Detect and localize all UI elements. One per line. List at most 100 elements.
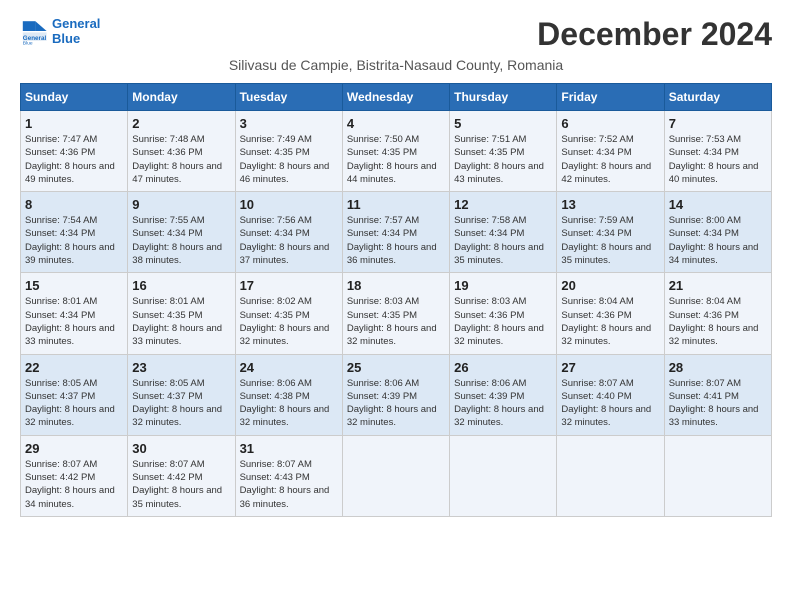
calendar-week-1: 1 Sunrise: 7:47 AMSunset: 4:36 PMDaylight… [21,111,772,192]
calendar-cell [342,435,449,516]
day-number: 21 [669,278,767,293]
calendar-cell [450,435,557,516]
calendar-cell: 6 Sunrise: 7:52 AMSunset: 4:34 PMDaylight… [557,111,664,192]
day-info: Sunrise: 8:06 AMSunset: 4:38 PMDaylight:… [240,377,338,430]
calendar-cell: 4 Sunrise: 7:50 AMSunset: 4:35 PMDaylight… [342,111,449,192]
day-info: Sunrise: 7:47 AMSunset: 4:36 PMDaylight:… [25,133,123,186]
day-number: 3 [240,116,338,131]
day-number: 2 [132,116,230,131]
calendar-cell: 15 Sunrise: 8:01 AMSunset: 4:34 PMDayligh… [21,273,128,354]
calendar-cell: 19 Sunrise: 8:03 AMSunset: 4:36 PMDayligh… [450,273,557,354]
day-info: Sunrise: 8:01 AMSunset: 4:34 PMDaylight:… [25,295,123,348]
calendar-cell: 9Sunrise: 7:55 AMSunset: 4:34 PMDaylight… [128,192,235,273]
calendar-cell: 8 Sunrise: 7:54 AMSunset: 4:34 PMDaylight… [21,192,128,273]
calendar-cell: 25 Sunrise: 8:06 AMSunset: 4:39 PMDayligh… [342,354,449,435]
calendar-cell [557,435,664,516]
day-number: 22 [25,360,123,375]
day-info: Sunrise: 8:07 AMSunset: 4:42 PMDaylight:… [25,458,123,511]
day-info: Sunrise: 7:54 AMSunset: 4:34 PMDaylight:… [25,214,123,267]
day-number: 15 [25,278,123,293]
day-info: Sunrise: 8:05 AMSunset: 4:37 PMDaylight:… [132,377,230,430]
calendar-cell: 24Sunrise: 8:06 AMSunset: 4:38 PMDayligh… [235,354,342,435]
day-info: Sunrise: 8:05 AMSunset: 4:37 PMDaylight:… [25,377,123,430]
header: General Blue General Blue December 2024 [20,16,772,53]
day-info: Sunrise: 8:07 AMSunset: 4:40 PMDaylight:… [561,377,659,430]
calendar-cell: 7Sunrise: 7:53 AMSunset: 4:34 PMDaylight… [664,111,771,192]
month-title: December 2024 [537,16,772,53]
calendar-cell: 29 Sunrise: 8:07 AMSunset: 4:42 PMDayligh… [21,435,128,516]
day-number: 31 [240,441,338,456]
weekday-header-friday: Friday [557,84,664,111]
day-number: 27 [561,360,659,375]
day-number: 1 [25,116,123,131]
day-info: Sunrise: 8:02 AMSunset: 4:35 PMDaylight:… [240,295,338,348]
day-info: Sunrise: 7:49 AMSunset: 4:35 PMDaylight:… [240,133,338,186]
day-number: 16 [132,278,230,293]
calendar-week-2: 8 Sunrise: 7:54 AMSunset: 4:34 PMDaylight… [21,192,772,273]
weekday-header-wednesday: Wednesday [342,84,449,111]
calendar-table: SundayMondayTuesdayWednesdayThursdayFrid… [20,83,772,517]
day-number: 14 [669,197,767,212]
day-info: Sunrise: 8:07 AMSunset: 4:41 PMDaylight:… [669,377,767,430]
day-number: 17 [240,278,338,293]
logo-icon: General Blue [20,17,48,45]
day-number: 23 [132,360,230,375]
calendar-body: 1 Sunrise: 7:47 AMSunset: 4:36 PMDaylight… [21,111,772,517]
calendar-week-3: 15 Sunrise: 8:01 AMSunset: 4:34 PMDayligh… [21,273,772,354]
day-number: 6 [561,116,659,131]
day-number: 19 [454,278,552,293]
day-info: Sunrise: 7:48 AMSunset: 4:36 PMDaylight:… [132,133,230,186]
calendar-cell: 31 Sunrise: 8:07 AMSunset: 4:43 PMDayligh… [235,435,342,516]
calendar-week-4: 22 Sunrise: 8:05 AMSunset: 4:37 PMDayligh… [21,354,772,435]
calendar-cell: 5Sunrise: 7:51 AMSunset: 4:35 PMDaylight… [450,111,557,192]
day-info: Sunrise: 7:50 AMSunset: 4:35 PMDaylight:… [347,133,445,186]
day-info: Sunrise: 7:52 AMSunset: 4:34 PMDaylight:… [561,133,659,186]
calendar-cell [664,435,771,516]
day-number: 10 [240,197,338,212]
weekday-header-saturday: Saturday [664,84,771,111]
weekday-header-sunday: Sunday [21,84,128,111]
calendar-cell: 2 Sunrise: 7:48 AMSunset: 4:36 PMDaylight… [128,111,235,192]
calendar-cell: 1 Sunrise: 7:47 AMSunset: 4:36 PMDaylight… [21,111,128,192]
calendar-cell: 28Sunrise: 8:07 AMSunset: 4:41 PMDayligh… [664,354,771,435]
calendar-cell: 16Sunrise: 8:01 AMSunset: 4:35 PMDayligh… [128,273,235,354]
day-info: Sunrise: 8:03 AMSunset: 4:36 PMDaylight:… [454,295,552,348]
calendar-cell: 13 Sunrise: 7:59 AMSunset: 4:34 PMDayligh… [557,192,664,273]
weekday-header-row: SundayMondayTuesdayWednesdayThursdayFrid… [21,84,772,111]
calendar-cell: 12Sunrise: 7:58 AMSunset: 4:34 PMDayligh… [450,192,557,273]
day-info: Sunrise: 8:03 AMSunset: 4:35 PMDaylight:… [347,295,445,348]
calendar-cell: 18 Sunrise: 8:03 AMSunset: 4:35 PMDayligh… [342,273,449,354]
calendar-cell: 3 Sunrise: 7:49 AMSunset: 4:35 PMDaylight… [235,111,342,192]
day-number: 29 [25,441,123,456]
logo-blue: Blue [52,31,100,46]
calendar-cell: 14 Sunrise: 8:00 AMSunset: 4:34 PMDayligh… [664,192,771,273]
day-info: Sunrise: 8:04 AMSunset: 4:36 PMDaylight:… [561,295,659,348]
day-info: Sunrise: 8:07 AMSunset: 4:43 PMDaylight:… [240,458,338,511]
day-number: 4 [347,116,445,131]
day-number: 11 [347,197,445,212]
day-number: 25 [347,360,445,375]
calendar-cell: 22 Sunrise: 8:05 AMSunset: 4:37 PMDayligh… [21,354,128,435]
day-number: 13 [561,197,659,212]
calendar-cell: 10Sunrise: 7:56 AMSunset: 4:34 PMDayligh… [235,192,342,273]
day-number: 5 [454,116,552,131]
day-number: 8 [25,197,123,212]
calendar-cell: 30Sunrise: 8:07 AMSunset: 4:42 PMDayligh… [128,435,235,516]
calendar-cell: 11Sunrise: 7:57 AMSunset: 4:34 PMDayligh… [342,192,449,273]
day-info: Sunrise: 7:55 AMSunset: 4:34 PMDaylight:… [132,214,230,267]
calendar-week-5: 29 Sunrise: 8:07 AMSunset: 4:42 PMDayligh… [21,435,772,516]
day-info: Sunrise: 8:00 AMSunset: 4:34 PMDaylight:… [669,214,767,267]
day-number: 30 [132,441,230,456]
day-info: Sunrise: 7:59 AMSunset: 4:34 PMDaylight:… [561,214,659,267]
logo: General Blue General Blue [20,16,100,46]
day-info: Sunrise: 7:53 AMSunset: 4:34 PMDaylight:… [669,133,767,186]
calendar-cell: 20Sunrise: 8:04 AMSunset: 4:36 PMDayligh… [557,273,664,354]
weekday-header-tuesday: Tuesday [235,84,342,111]
day-number: 12 [454,197,552,212]
day-info: Sunrise: 8:06 AMSunset: 4:39 PMDaylight:… [347,377,445,430]
day-info: Sunrise: 8:04 AMSunset: 4:36 PMDaylight:… [669,295,767,348]
day-number: 18 [347,278,445,293]
subtitle: Silivasu de Campie, Bistrita-Nasaud Coun… [20,57,772,73]
calendar-cell: 23 Sunrise: 8:05 AMSunset: 4:37 PMDayligh… [128,354,235,435]
svg-text:Blue: Blue [23,40,33,45]
